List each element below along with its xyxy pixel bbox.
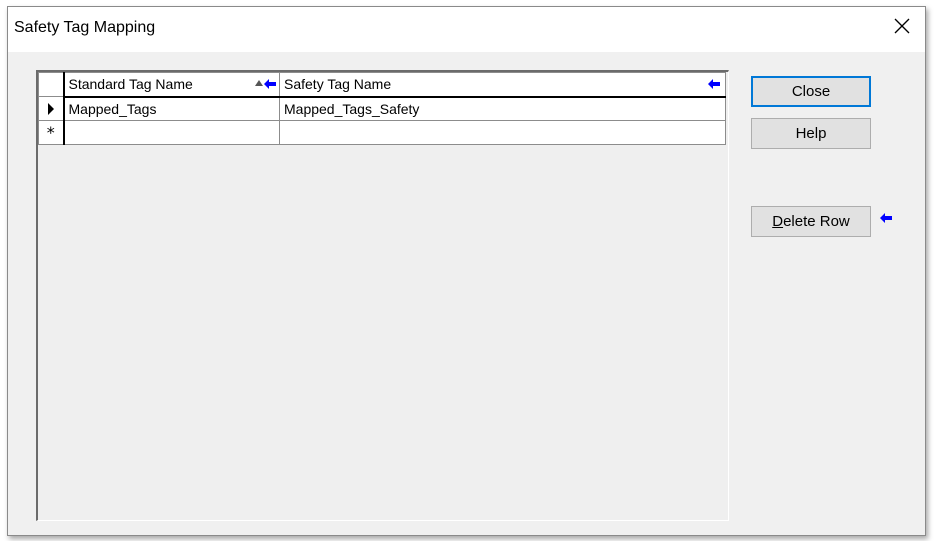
grid-header-row: Standard Tag Name Safety Tag Name — [38, 72, 726, 98]
grid-table: Standard Tag Name Safety Tag Name Mapped… — [38, 72, 726, 145]
table-row[interactable]: Mapped_Tags Mapped_Tags_Safety — [38, 96, 726, 121]
close-button[interactable]: Close — [751, 76, 871, 107]
delete-row-button[interactable]: Delete Row — [751, 206, 871, 237]
current-row-pointer-icon — [47, 102, 54, 115]
annotation-arrow-icon — [880, 213, 892, 223]
title-bar: Safety Tag Mapping — [8, 7, 925, 52]
grid-corner-cell[interactable] — [38, 72, 65, 97]
annotation-arrow-icon — [263, 79, 276, 89]
safety-tag-cell[interactable] — [279, 120, 726, 145]
sort-ascending-icon — [254, 80, 263, 86]
new-row-selector[interactable]: * — [38, 120, 65, 145]
standard-tag-cell[interactable]: Mapped_Tags — [63, 96, 280, 121]
close-icon[interactable] — [893, 17, 911, 35]
annotation-arrow-icon — [708, 79, 720, 89]
window-title: Safety Tag Mapping — [14, 19, 156, 36]
row-selector[interactable] — [38, 96, 65, 121]
new-row[interactable]: * — [38, 120, 726, 145]
tag-mapping-grid[interactable]: Standard Tag Name Safety Tag Name Mapped… — [36, 70, 729, 521]
column-header-standard-tag-name[interactable]: Standard Tag Name — [63, 72, 280, 98]
new-row-marker-icon: * — [46, 122, 55, 142]
delete-row-mnemonic: D — [772, 213, 784, 230]
column-header-label: Standard Tag Name — [68, 76, 193, 93]
column-header-safety-tag-name[interactable]: Safety Tag Name — [279, 72, 726, 98]
column-header-label: Safety Tag Name — [284, 76, 392, 93]
safety-tag-cell[interactable]: Mapped_Tags_Safety — [279, 96, 726, 121]
help-button[interactable]: Help — [751, 118, 871, 149]
safety-tag-mapping-dialog: Safety Tag Mapping Standard Tag Name Saf… — [7, 6, 926, 536]
standard-tag-cell[interactable] — [63, 120, 280, 145]
delete-row-label: elete Row — [783, 213, 850, 230]
